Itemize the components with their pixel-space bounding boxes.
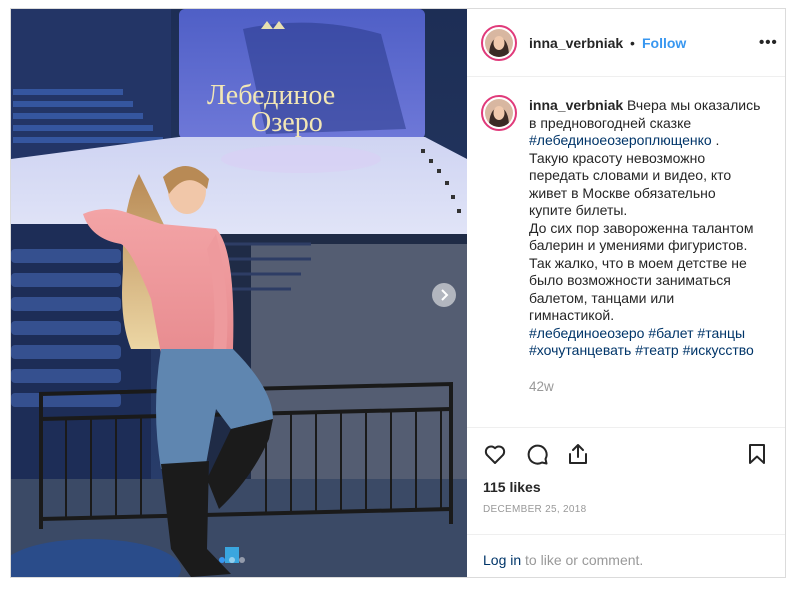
hashtag-link[interactable]: #искусство — [683, 342, 754, 358]
bookmark-icon — [749, 444, 765, 464]
hashtag-link[interactable]: #лебединоеозеро — [529, 325, 644, 341]
carousel-dot — [239, 557, 245, 563]
heart-icon — [484, 445, 506, 464]
sign-line-2: Озеро — [251, 107, 323, 138]
like-button[interactable] — [483, 442, 507, 466]
hashtag-link[interactable]: #танцы — [697, 325, 745, 341]
caption-timestamp[interactable]: 42w — [529, 379, 554, 394]
post-photo[interactable]: Лебединое Озеро — [11, 9, 467, 577]
carousel-dot — [229, 557, 235, 563]
carousel-dots — [219, 557, 245, 563]
caption-avatar[interactable] — [481, 95, 517, 131]
carousel-dot — [219, 557, 225, 563]
hashtag-link[interactable]: #лебединоеозероплющенко — [529, 132, 712, 148]
avatar-image — [485, 29, 513, 57]
chevron-right-icon — [441, 289, 449, 301]
post-header: inna_verbniak • Follow ••• — [467, 9, 785, 77]
caption-section: inna_verbniak Вчера мы оказались в предн… — [467, 77, 785, 427]
photo-scene: Лебединое Озеро — [11, 9, 467, 577]
post-date[interactable]: DECEMBER 25, 2018 — [483, 504, 586, 515]
hashtag-link[interactable]: #балет — [648, 325, 693, 341]
likes-count[interactable]: 115 likes — [483, 479, 541, 495]
follow-button[interactable]: Follow — [642, 35, 686, 51]
comment-button[interactable] — [525, 442, 549, 466]
post-actions: 115 likes DECEMBER 25, 2018 Log in to li… — [467, 427, 785, 577]
caption-username[interactable]: inna_verbniak — [529, 97, 623, 113]
avatar-image — [485, 99, 513, 127]
more-options-icon[interactable]: ••• — [759, 34, 778, 51]
share-button[interactable] — [566, 442, 590, 466]
post-side-panel: inna_verbniak • Follow ••• inna_verbniak… — [467, 9, 785, 577]
instagram-post: Лебединое Озеро inna_verbniak • Follow •… — [10, 8, 786, 578]
hashtag-link[interactable]: #театр — [635, 342, 679, 358]
caption-body-2: . Такую красоту невозможно передать слов… — [529, 132, 754, 323]
caption-text: inna_verbniak Вчера мы оказались в предн… — [529, 97, 779, 360]
separator-dot: • — [630, 35, 635, 51]
comment-bubble-icon — [527, 444, 548, 465]
username-link[interactable]: inna_verbniak — [529, 35, 623, 51]
avatar[interactable] — [481, 25, 517, 61]
hashtag-link[interactable]: #хочутанцевать — [529, 342, 631, 358]
save-button[interactable] — [745, 442, 769, 466]
carousel-next-button[interactable] — [432, 283, 456, 307]
login-link[interactable]: Log in — [483, 552, 521, 568]
share-icon — [569, 444, 587, 464]
comment-login-bar: Log in to like or comment. — [467, 534, 785, 577]
comment-prompt: to like or comment. — [521, 552, 644, 568]
